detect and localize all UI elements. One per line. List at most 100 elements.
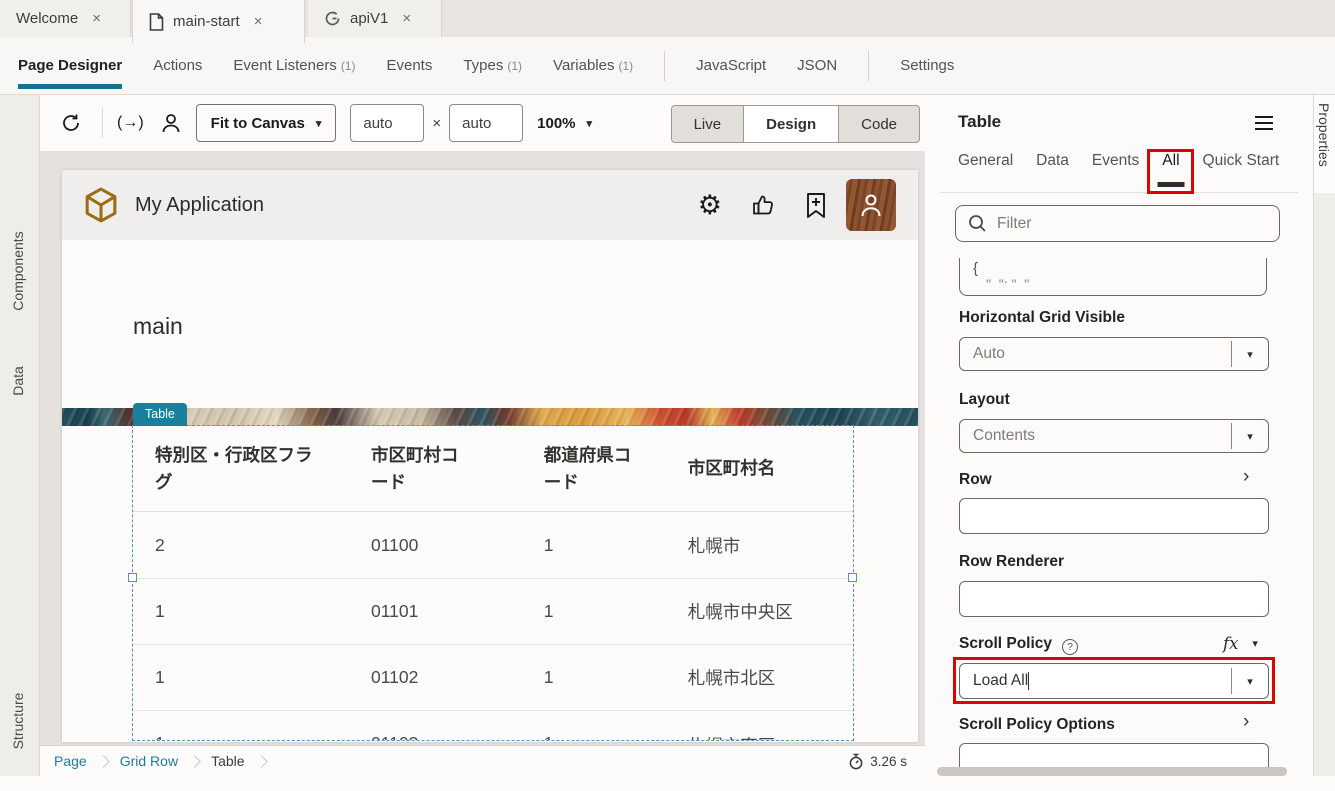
row-renderer-input[interactable] (959, 581, 1269, 617)
field-label-layout: Layout (959, 391, 1010, 409)
chevron-down-icon: ▾ (1252, 637, 1258, 650)
chevron-down-icon: ▾ (587, 117, 593, 130)
rail-tab-structure[interactable]: Structure (10, 651, 30, 791)
rail-tab-properties[interactable]: Properties (1316, 103, 1332, 167)
tabs-divider (940, 192, 1298, 193)
menu-events[interactable]: Events (386, 39, 432, 92)
menu-variables[interactable]: Variables(1) (553, 39, 633, 92)
row-input[interactable] (959, 498, 1269, 534)
annotation-box-all-tab (1147, 149, 1194, 194)
menu-event-listeners[interactable]: Event Listeners(1) (233, 39, 355, 92)
menu-actions[interactable]: Actions (153, 39, 202, 92)
table-row[interactable]: 1 01102 1 札幌市北区 (133, 644, 853, 710)
times-label: × (432, 115, 441, 132)
table-component[interactable]: 特別区・行政区フラグ 市区町村コード 都道府県コード 市区町村名 2 01100… (133, 426, 853, 740)
props-tab-data[interactable]: Data (1036, 152, 1069, 184)
clipped-json-field[interactable]: { "..": ".." (959, 258, 1267, 296)
mode-design-button[interactable]: Design (744, 105, 839, 143)
chevron-down-icon: ▾ (1232, 348, 1268, 361)
design-canvas: My Application ⚙ main Table 特別区・行政区フラグ 市… (40, 152, 925, 745)
tab-welcome[interactable]: Welcome × (0, 0, 131, 37)
horizontal-grid-visible-select[interactable]: Auto ▾ (959, 337, 1269, 371)
breadcrumb-chevron-icon (188, 755, 201, 768)
live-expression-icon[interactable]: (→) (117, 114, 144, 132)
column-header[interactable]: 都道府県コード (522, 442, 666, 495)
table-header-row: 特別区・行政区フラグ 市区町村コード 都道府県コード 市区町村名 (133, 426, 853, 512)
event-listeners-count: (1) (341, 59, 356, 73)
canvas-height-input[interactable] (449, 104, 523, 142)
filter-input[interactable] (997, 215, 1247, 233)
window-tab-bar: Welcome × main-start × apiV1 × (0, 0, 1335, 37)
close-icon[interactable]: × (402, 10, 411, 27)
close-icon[interactable]: × (254, 13, 263, 30)
breadcrumb-grid-row[interactable]: Grid Row (120, 753, 178, 769)
rail-tab-data[interactable]: Data (10, 311, 30, 451)
field-label-row-renderer: Row Renderer (959, 553, 1064, 571)
fit-to-canvas-dropdown[interactable]: Fit to Canvas ▾ (196, 104, 337, 142)
types-count: (1) (507, 59, 522, 73)
filter-search-box[interactable] (955, 205, 1280, 242)
table-row-clipped[interactable]: 1 01103 1 札幌市東区 (133, 710, 853, 740)
page-file-icon (149, 13, 164, 31)
designer-toolbar: (→) Fit to Canvas ▾ × 100% ▾ Live Design… (40, 95, 925, 152)
thumbs-up-icon[interactable] (750, 192, 776, 218)
decorative-banner-image (62, 408, 918, 426)
close-icon[interactable]: × (92, 10, 101, 27)
component-badge[interactable]: Table (133, 403, 187, 426)
menu-javascript[interactable]: JavaScript (696, 39, 766, 92)
render-time: 3.26 s (848, 753, 907, 770)
mode-live-button[interactable]: Live (671, 105, 745, 143)
menu-separator (868, 51, 869, 81)
breadcrumb-table: Table (211, 753, 244, 769)
service-connection-icon (324, 10, 341, 27)
props-tab-events[interactable]: Events (1092, 152, 1139, 184)
bookmark-plus-icon[interactable] (804, 192, 828, 219)
settings-gear-icon[interactable]: ⚙ (698, 190, 722, 221)
tab-apiv1[interactable]: apiV1 × (308, 0, 442, 37)
help-icon[interactable]: ? (1062, 639, 1078, 655)
horizontal-scrollbar[interactable] (937, 767, 1287, 776)
field-label-scroll-policy: Scroll Policy? (959, 635, 1078, 655)
tab-main-start-label: main-start (173, 13, 240, 30)
menu-types[interactable]: Types(1) (463, 39, 522, 92)
selection-handle-right[interactable] (848, 573, 857, 582)
column-header[interactable]: 特別区・行政区フラグ (133, 442, 349, 495)
user-avatar[interactable] (846, 179, 896, 231)
fx-expression-chooser[interactable]: fx ▾ (1223, 634, 1258, 653)
selection-handle-left[interactable] (128, 573, 137, 582)
menu-page-designer[interactable]: Page Designer (18, 39, 122, 92)
chevron-down-icon: ▾ (316, 117, 322, 130)
panel-menu-icon[interactable] (1255, 116, 1273, 130)
app-page-preview[interactable]: My Application ⚙ main Table 特別区・行政区フラグ 市… (62, 170, 918, 742)
mode-code-button[interactable]: Code (839, 105, 920, 143)
breadcrumb-chevron-icon (255, 755, 268, 768)
column-header[interactable]: 市区町村名 (666, 455, 853, 481)
props-tab-quick-start[interactable]: Quick Start (1203, 152, 1280, 184)
stopwatch-icon (848, 753, 864, 770)
breadcrumb-page[interactable]: Page (54, 753, 87, 769)
canvas-width-input[interactable] (350, 104, 424, 142)
scroll-policy-options-chevron-icon[interactable]: › (1243, 711, 1249, 733)
persona-icon[interactable] (160, 112, 182, 134)
refresh-icon[interactable] (60, 112, 82, 134)
props-tab-general[interactable]: General (958, 152, 1013, 184)
tab-apiv1-label: apiV1 (350, 10, 388, 27)
breadcrumb-bar: Page Grid Row Table 3.26 s (40, 745, 925, 776)
menu-separator (664, 51, 665, 81)
row-expand-chevron-icon[interactable]: › (1243, 466, 1249, 488)
left-rail: Components Data Structure (0, 95, 40, 776)
properties-tabs: General Data Events All Quick Start (958, 152, 1279, 184)
variables-count: (1) (618, 59, 633, 73)
column-header[interactable]: 市区町村コード (349, 442, 522, 495)
table-row[interactable]: 1 01101 1 札幌市中央区 (133, 578, 853, 644)
menu-settings[interactable]: Settings (900, 39, 954, 92)
zoom-level-dropdown[interactable]: 100% ▾ (537, 115, 592, 132)
app-cube-icon (84, 187, 118, 223)
field-label-row: Row (959, 471, 992, 489)
field-label-scroll-policy-options: Scroll Policy Options (959, 716, 1115, 734)
layout-select[interactable]: Contents ▾ (959, 419, 1269, 453)
app-header: My Application ⚙ (62, 170, 918, 240)
menu-json[interactable]: JSON (797, 39, 837, 92)
table-row[interactable]: 2 01100 1 札幌市 (133, 512, 853, 578)
tab-main-start[interactable]: main-start × (132, 0, 305, 43)
